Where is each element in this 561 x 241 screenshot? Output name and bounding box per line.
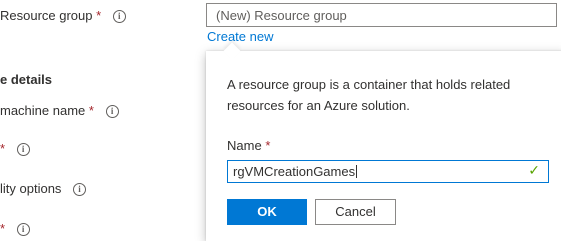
required-marker: * — [96, 8, 102, 23]
region-label-row: * i — [0, 141, 30, 157]
availability-label-row: lity options i — [0, 181, 87, 197]
resource-group-name-input[interactable]: rgVMCreationGames ✓ — [227, 160, 549, 183]
resource-group-placeholder: (New) Resource group — [216, 8, 347, 23]
ok-button[interactable]: OK — [227, 199, 307, 225]
info-icon[interactable]: i — [105, 105, 119, 119]
name-input-value: rgVMCreationGames — [233, 164, 356, 179]
required-marker: * — [88, 103, 94, 118]
vm-name-label-row: machine name * i — [0, 103, 119, 119]
name-label: Name — [227, 138, 262, 153]
required-marker: * — [0, 141, 6, 156]
checkmark-icon: ✓ — [528, 162, 540, 178]
resource-group-select[interactable]: (New) Resource group — [206, 3, 557, 27]
name-label-row: Name * — [227, 138, 270, 153]
info-icon[interactable]: i — [73, 183, 87, 197]
text-caret — [356, 165, 358, 178]
section-heading: e details — [0, 72, 53, 87]
availability-label: lity options — [0, 181, 62, 196]
vm-name-label: machine name — [0, 103, 86, 118]
info-icon[interactable]: i — [16, 143, 30, 157]
cancel-button[interactable]: Cancel — [315, 199, 396, 225]
resource-group-label-row: Resource group * i — [0, 8, 126, 24]
resource-group-label: Resource group — [0, 8, 93, 23]
required-marker: * — [0, 221, 6, 236]
required-marker: * — [265, 138, 271, 153]
callout-description: A resource group is a container that hol… — [227, 77, 511, 113]
security-label-row: * i — [0, 221, 30, 237]
info-icon[interactable]: i — [16, 223, 30, 237]
create-new-link[interactable]: Create new — [207, 29, 273, 44]
info-icon[interactable]: i — [112, 10, 126, 24]
